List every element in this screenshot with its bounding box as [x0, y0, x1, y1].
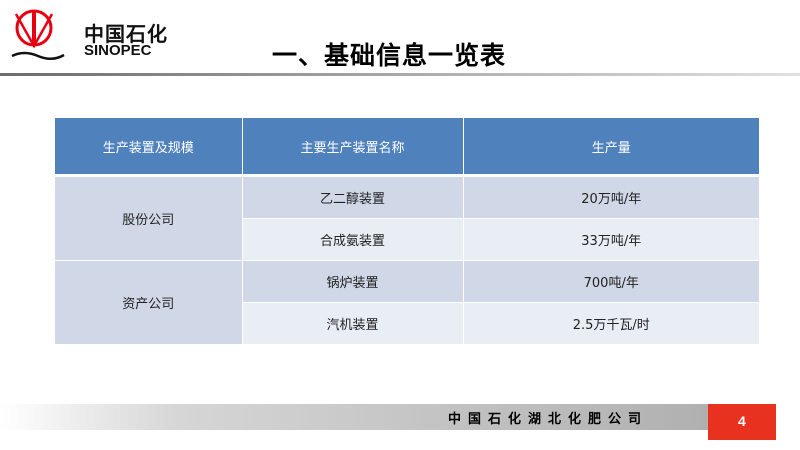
- header-scale: 生产装置及规模: [55, 118, 243, 177]
- header-unit-name: 主要生产装置名称: [242, 118, 464, 177]
- table-row: 股份公司 乙二醇装置 20万吨/年: [55, 175, 759, 261]
- footer-company-name: 中国石化湖北化肥公司: [448, 412, 649, 427]
- output-cell: 20万吨/年: [463, 175, 759, 219]
- header-output: 生产量: [463, 118, 759, 177]
- page-title: 一、基础信息一览表: [272, 41, 507, 70]
- output-cell: 700吨/年: [463, 260, 759, 303]
- unit-name-cell: 乙二醇装置: [242, 175, 464, 219]
- page-number: 4: [738, 413, 746, 429]
- group-cell: 资产公司: [55, 260, 243, 345]
- sinopec-emblem-icon: [10, 9, 65, 60]
- unit-name-cell: 汽机装置: [242, 302, 464, 345]
- info-table: 生产装置及规模 主要生产装置名称 生产量 股份公司 乙二醇装置 20万吨/年 合…: [55, 118, 759, 345]
- output-cell: 2.5万千瓦/时: [463, 302, 759, 345]
- title-underline: [0, 73, 800, 76]
- table-header-row: 生产装置及规模 主要生产装置名称 生产量: [55, 118, 759, 177]
- group-cell: 股份公司: [55, 175, 243, 261]
- table-row: 资产公司 锅炉装置 700吨/年: [55, 260, 759, 345]
- unit-name-cell: 合成氨装置: [242, 218, 464, 261]
- output-cell: 33万吨/年: [463, 218, 759, 261]
- logo-english-name: SINOPEC: [84, 42, 152, 59]
- unit-name-cell: 锅炉装置: [242, 260, 464, 303]
- sinopec-logo: 中国石化 SINOPEC: [8, 6, 168, 62]
